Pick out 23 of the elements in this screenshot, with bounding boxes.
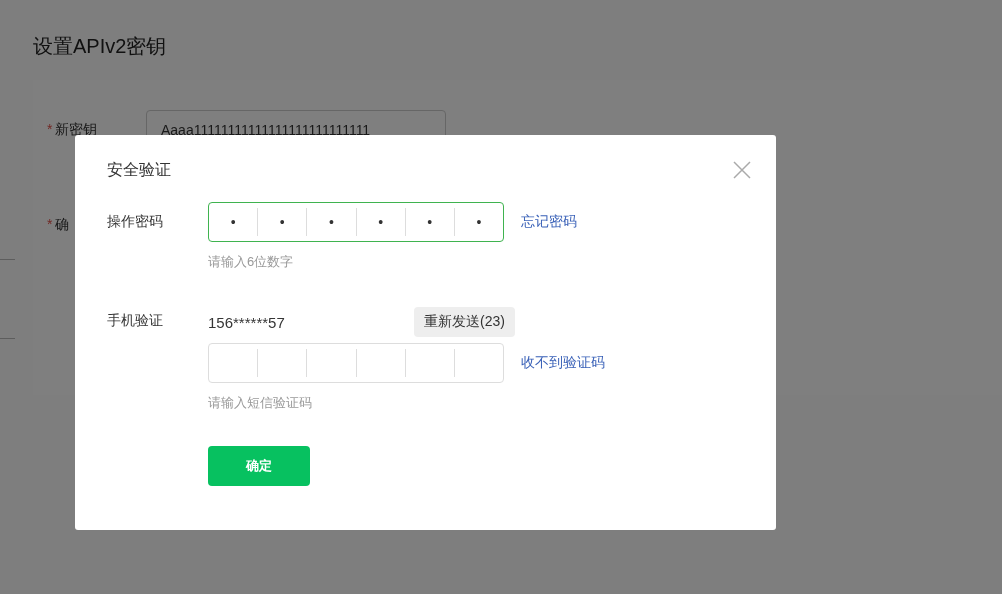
password-code-field[interactable]: • • • • • • xyxy=(208,202,504,242)
no-code-link[interactable]: 收不到验证码 xyxy=(521,354,605,372)
sms-code-field[interactable] xyxy=(208,343,504,383)
field-label: 确 xyxy=(55,216,70,232)
password-digit: • xyxy=(279,214,285,230)
dialog-title: 安全验证 xyxy=(107,159,171,180)
password-digit: • xyxy=(427,214,433,230)
field-label: 操作密码 xyxy=(107,212,164,231)
password-digit: • xyxy=(230,214,236,230)
required-mark: * xyxy=(47,216,53,232)
required-mark: * xyxy=(47,121,53,137)
resend-button[interactable]: 重新发送(23) xyxy=(414,307,515,337)
phone-number: 156******57 xyxy=(208,313,285,331)
forgot-password-link[interactable]: 忘记密码 xyxy=(521,213,577,231)
field-label: 新密钥 xyxy=(55,121,98,137)
field-hint: 请输入短信验证码 xyxy=(208,394,312,412)
password-digit: • xyxy=(328,214,334,230)
password-digit: • xyxy=(378,214,384,230)
password-digit: • xyxy=(476,214,482,230)
close-icon[interactable] xyxy=(733,161,751,179)
field-label: 手机验证 xyxy=(107,311,164,330)
page-title: 设置APIv2密钥 xyxy=(33,34,168,59)
field-hint: 请输入6位数字 xyxy=(208,253,294,271)
